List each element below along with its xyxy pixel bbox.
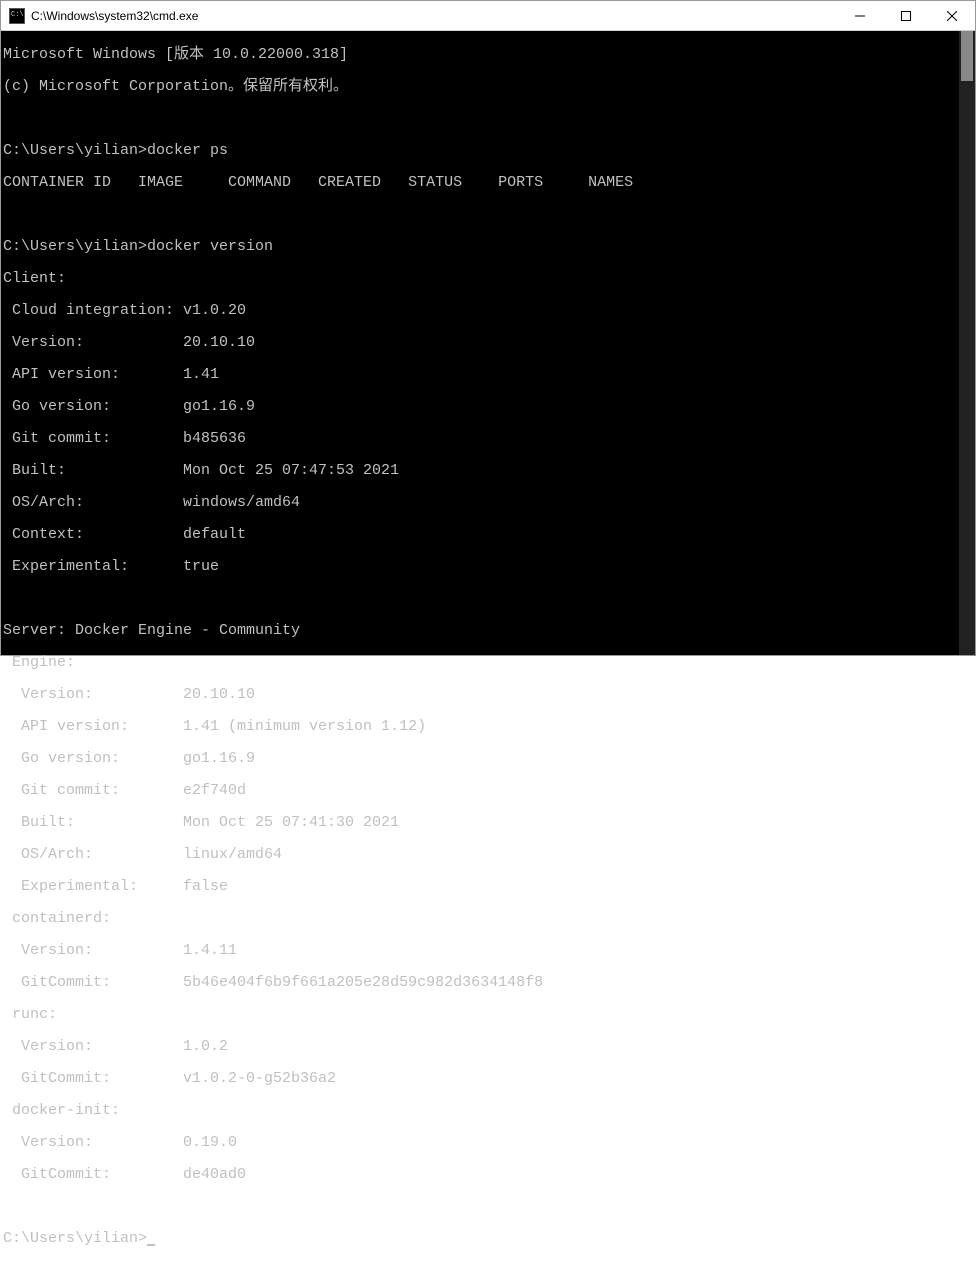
terminal-line: GitCommit: de40ad0: [3, 1167, 975, 1183]
terminal-line: Go version: go1.16.9: [3, 399, 975, 415]
terminal-line: docker-init:: [3, 1103, 975, 1119]
terminal-line: Experimental: true: [3, 559, 975, 575]
terminal-line: Experimental: false: [3, 879, 975, 895]
terminal-line: GitCommit: v1.0.2-0-g52b36a2: [3, 1071, 975, 1087]
terminal-line: Go version: go1.16.9: [3, 751, 975, 767]
terminal-line: Microsoft Windows [版本 10.0.22000.318]: [3, 47, 975, 63]
terminal-line: API version: 1.41 (minimum version 1.12): [3, 719, 975, 735]
terminal-line: Client:: [3, 271, 975, 287]
terminal-line: Cloud integration: v1.0.20: [3, 303, 975, 319]
terminal-line: containerd:: [3, 911, 975, 927]
terminal-line: Version: 0.19.0: [3, 1135, 975, 1151]
terminal-line: Server: Docker Engine - Community: [3, 623, 975, 639]
scrollbar-track[interactable]: [959, 31, 975, 655]
terminal-line: Version: 20.10.10: [3, 687, 975, 703]
terminal-prompt-line: C:\Users\yilian>: [3, 1231, 975, 1247]
terminal-line: Engine:: [3, 655, 975, 671]
terminal-line: Context: default: [3, 527, 975, 543]
maximize-button[interactable]: [883, 1, 929, 30]
terminal-output[interactable]: Microsoft Windows [版本 10.0.22000.318] (c…: [1, 31, 975, 655]
terminal-line: [3, 207, 975, 223]
terminal-line: [3, 111, 975, 127]
terminal-line: OS/Arch: windows/amd64: [3, 495, 975, 511]
terminal-line: GitCommit: 5b46e404f6b9f661a205e28d59c98…: [3, 975, 975, 991]
terminal-prompt: C:\Users\yilian>: [3, 1230, 147, 1247]
close-button[interactable]: [929, 1, 975, 30]
terminal-line: Git commit: e2f740d: [3, 783, 975, 799]
terminal-line: C:\Users\yilian>docker version: [3, 239, 975, 255]
cmd-icon: [9, 8, 25, 24]
terminal-line: API version: 1.41: [3, 367, 975, 383]
terminal-line: (c) Microsoft Corporation。保留所有权利。: [3, 79, 975, 95]
terminal-line: Built: Mon Oct 25 07:47:53 2021: [3, 463, 975, 479]
minimize-button[interactable]: [837, 1, 883, 30]
terminal-line: runc:: [3, 1007, 975, 1023]
cursor-icon: [147, 1244, 155, 1246]
terminal-line: Version: 1.4.11: [3, 943, 975, 959]
terminal-line: C:\Users\yilian>docker ps: [3, 143, 975, 159]
terminal-line: OS/Arch: linux/amd64: [3, 847, 975, 863]
terminal-line: Built: Mon Oct 25 07:41:30 2021: [3, 815, 975, 831]
terminal-line: Git commit: b485636: [3, 431, 975, 447]
scrollbar-thumb[interactable]: [961, 31, 973, 81]
window-title: C:\Windows\system32\cmd.exe: [31, 9, 198, 23]
terminal-line: [3, 1199, 975, 1215]
window-controls: [837, 1, 975, 30]
terminal-line: Version: 20.10.10: [3, 335, 975, 351]
terminal-line: CONTAINER ID IMAGE COMMAND CREATED STATU…: [3, 175, 975, 191]
titlebar[interactable]: C:\Windows\system32\cmd.exe: [1, 1, 975, 31]
terminal-line: [3, 591, 975, 607]
terminal-line: Version: 1.0.2: [3, 1039, 975, 1055]
